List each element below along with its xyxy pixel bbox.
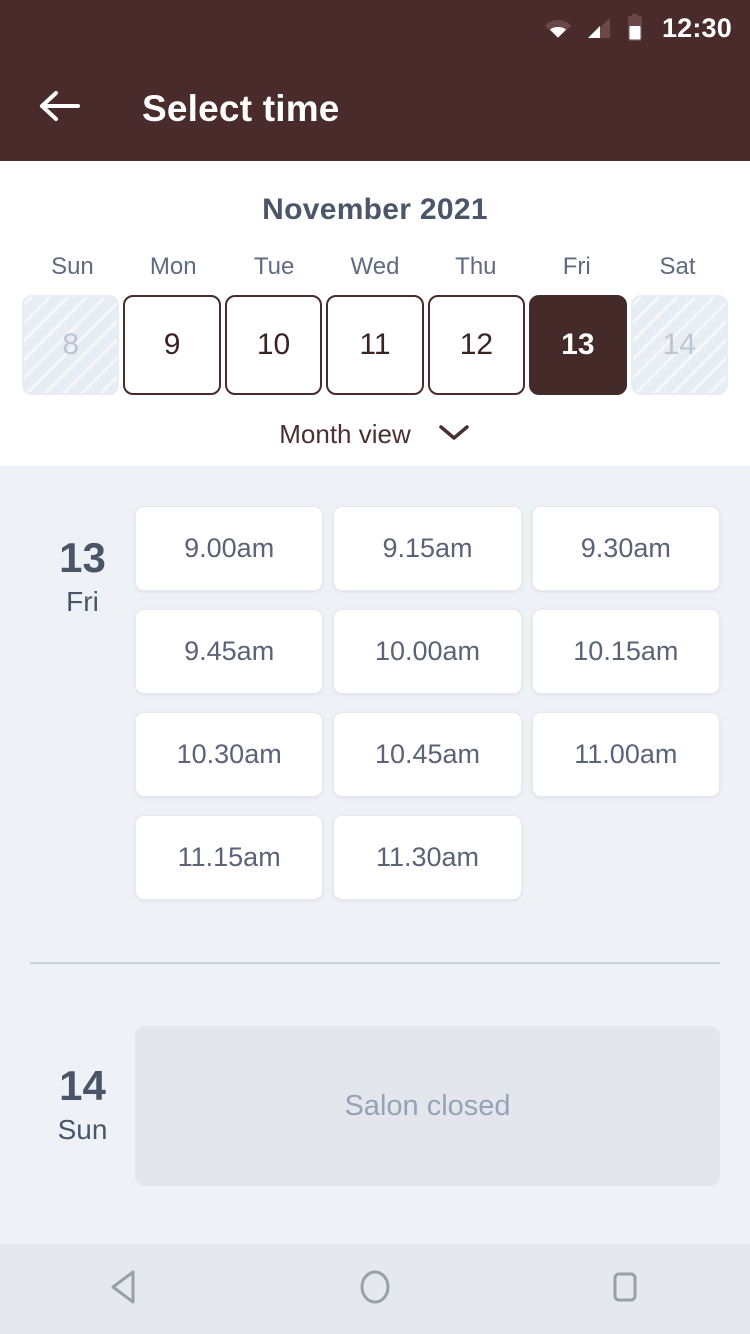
back-arrow-icon bbox=[38, 89, 82, 128]
time-slot[interactable]: 11.00am bbox=[531, 712, 720, 797]
time-slot-grid: 9.00am 9.15am 9.30am 9.45am 10.00am 10.1… bbox=[135, 490, 720, 900]
weekday-label-thu: Thu bbox=[455, 253, 497, 280]
calendar-panel: November 2021 Sun Mon Tue Wed Thu Fri Sa… bbox=[0, 161, 750, 466]
time-slot[interactable]: 10.15am bbox=[531, 609, 720, 694]
weekday-label-tue: Tue bbox=[253, 253, 295, 280]
schedule-day-13: 13 Fri 9.00am 9.15am 9.30am 9.45am 10.00… bbox=[0, 490, 750, 900]
time-slot[interactable]: 10.45am bbox=[333, 712, 522, 797]
calendar-day-row: 8 9 10 11 12 13 14 bbox=[0, 295, 750, 395]
nav-back-triangle-icon bbox=[107, 1268, 143, 1311]
weekday-label-sun: Sun bbox=[51, 253, 94, 280]
salon-closed-panel: Salon closed bbox=[135, 1026, 720, 1186]
status-bar-clock: 12:30 bbox=[661, 12, 732, 43]
time-slot[interactable]: 10.00am bbox=[333, 609, 522, 694]
chevron-down-icon bbox=[437, 422, 471, 447]
android-nav-bar bbox=[0, 1244, 750, 1334]
schedule-day-14-label: 14 Sun bbox=[30, 1012, 135, 1186]
nav-recents-square-icon bbox=[607, 1269, 643, 1310]
calendar-day-10[interactable]: 10 bbox=[224, 295, 323, 395]
schedule-day-14-weekday: Sun bbox=[57, 1114, 108, 1146]
schedule-day-14-number: 14 bbox=[59, 1062, 106, 1109]
schedule-day-14: 14 Sun Salon closed bbox=[0, 1012, 750, 1186]
page-title: Select time bbox=[142, 87, 340, 129]
time-slot[interactable]: 11.30am bbox=[333, 815, 522, 900]
calendar-day-13[interactable]: 13 bbox=[529, 295, 627, 395]
wifi-icon bbox=[544, 16, 572, 40]
weekday-label-mon: Mon bbox=[149, 253, 197, 280]
time-slot[interactable]: 9.45am bbox=[135, 609, 324, 694]
calendar-day-11[interactable]: 11 bbox=[326, 295, 424, 395]
calendar-month-title: November 2021 bbox=[262, 193, 488, 226]
back-button[interactable] bbox=[32, 81, 88, 137]
nav-back-button[interactable] bbox=[65, 1244, 185, 1334]
time-slot[interactable]: 11.15am bbox=[135, 815, 324, 900]
signal-icon bbox=[586, 16, 612, 40]
time-slot[interactable]: 9.00am bbox=[135, 506, 324, 591]
time-slot[interactable]: 10.30am bbox=[135, 712, 324, 797]
calendar-day-14: 14 bbox=[630, 295, 728, 395]
month-view-toggle[interactable]: Month view bbox=[0, 419, 750, 450]
calendar-day-12[interactable]: 12 bbox=[427, 295, 526, 395]
time-slot[interactable]: 9.30am bbox=[531, 506, 720, 591]
calendar-day-8: 8 bbox=[22, 295, 120, 395]
calendar-weekday-row: Sun Mon Tue Wed Thu Fri Sat bbox=[0, 253, 750, 281]
schedule-day-13-label: 13 Fri bbox=[30, 490, 135, 900]
schedule-day-13-number: 13 bbox=[59, 534, 106, 581]
phone-screen: 12:30 Select time November 2021 Sun Mon … bbox=[0, 0, 750, 1334]
schedule-day-13-weekday: Fri bbox=[66, 586, 99, 618]
battery-icon bbox=[626, 14, 644, 42]
app-bar: Select time bbox=[0, 56, 750, 161]
time-slot[interactable]: 9.15am bbox=[333, 506, 522, 591]
status-bar: 12:30 bbox=[0, 0, 750, 56]
schedule-divider bbox=[30, 962, 720, 964]
month-view-label: Month view bbox=[279, 419, 411, 449]
schedule-list: 13 Fri 9.00am 9.15am 9.30am 9.45am 10.00… bbox=[0, 466, 750, 1186]
nav-home-circle-icon bbox=[355, 1267, 395, 1312]
calendar-day-9[interactable]: 9 bbox=[123, 295, 221, 395]
nav-recents-button[interactable] bbox=[565, 1244, 685, 1334]
weekday-label-sat: Sat bbox=[659, 253, 696, 280]
weekday-label-wed: Wed bbox=[350, 253, 400, 280]
nav-home-button[interactable] bbox=[315, 1244, 435, 1334]
weekday-label-fri: Fri bbox=[562, 253, 591, 280]
